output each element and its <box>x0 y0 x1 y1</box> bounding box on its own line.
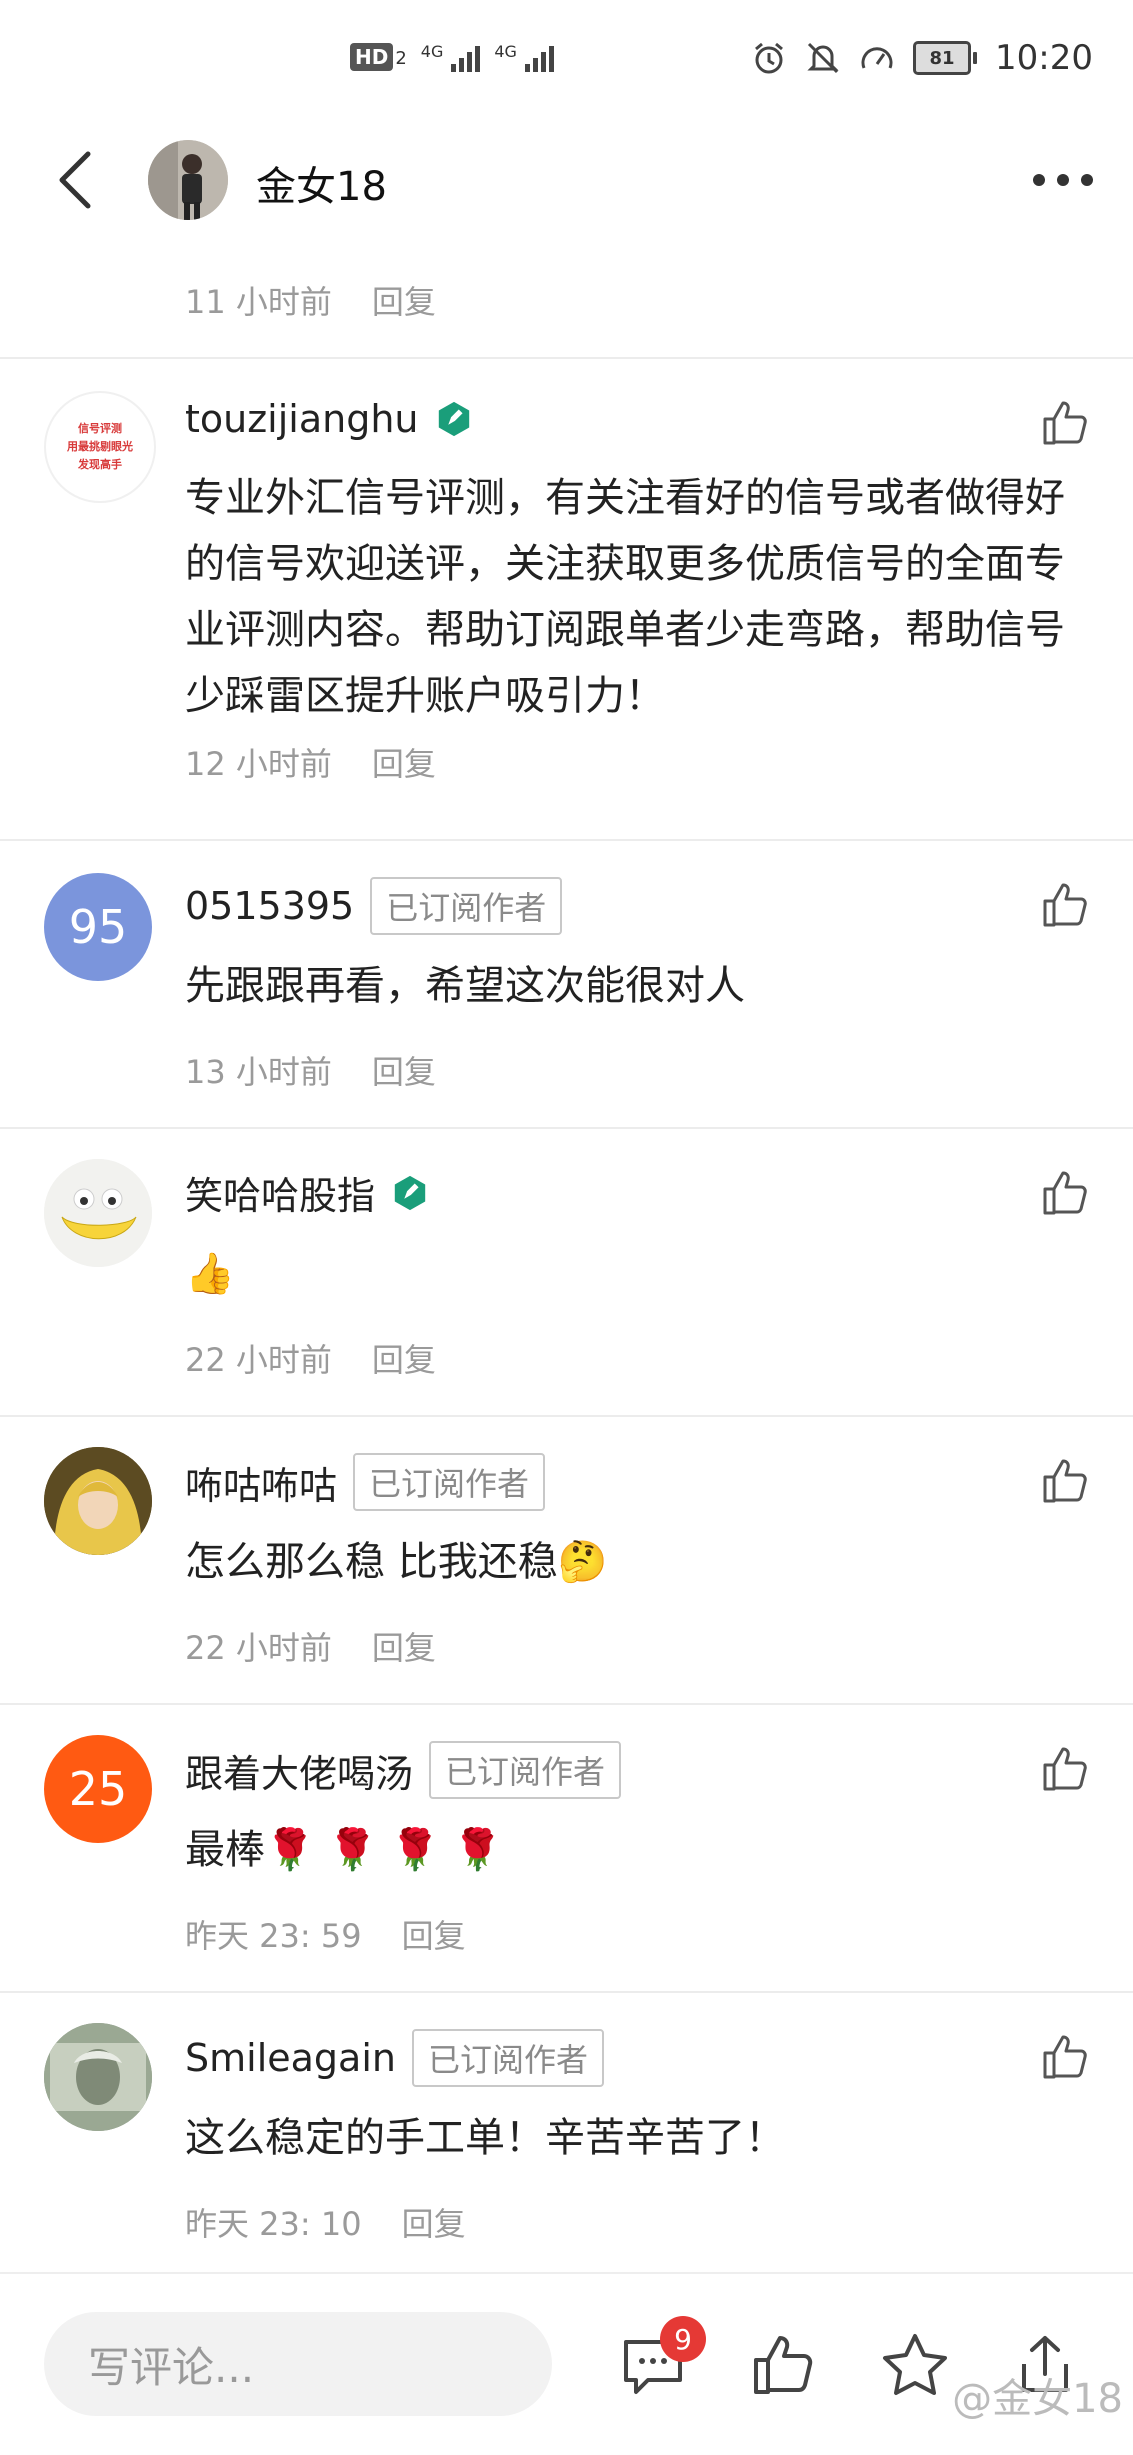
watermark: @金女18 <box>952 2376 1123 2422</box>
comment-meta: 13 小时前 回复 <box>185 1047 436 1093</box>
reply-link[interactable]: 回复 <box>402 1911 466 1957</box>
like-icon[interactable] <box>1039 1741 1093 1795</box>
prev-comment-meta: 11 小时前 回复 <box>185 277 436 323</box>
comment-time: 昨天 23: 10 <box>185 2205 362 2243</box>
comment-time: 22 小时前 <box>185 1629 332 1667</box>
comment-meta: 昨天 23: 10 回复 <box>185 2199 466 2245</box>
like-icon[interactable] <box>1039 877 1093 931</box>
commenter-avatar[interactable] <box>44 1159 152 1267</box>
clock: 10:20 <box>995 38 1093 78</box>
comment-header: 笑哈哈股指 <box>185 1165 429 1220</box>
comment-header: touzijianghu <box>185 397 473 441</box>
comment-text: 专业外汇信号评测，有关注看好的信号或者做得好的信号欢迎送评，关注获取更多优质信号… <box>185 475 1065 719</box>
commenter-name[interactable]: 咘咕咘咕 <box>185 1455 337 1510</box>
commenter-name[interactable]: touzijianghu <box>185 397 419 441</box>
comment-text: 最棒🌹 🌹 🌹 🌹 <box>185 1827 503 1873</box>
write-comment-input[interactable]: 写评论... <box>44 2312 552 2416</box>
commenter-name[interactable]: 笑哈哈股指 <box>185 1165 375 1220</box>
status-bar: HD 2 4G 4G 81 10:20 <box>0 0 1133 120</box>
comment-time: 11 小时前 <box>185 283 332 321</box>
comment-header: 跟着大佬喝汤 已订阅作者 <box>185 1741 622 1799</box>
comment-meta: 22 小时前 回复 <box>185 1623 436 1669</box>
comment-meta: 22 小时前 回复 <box>185 1335 436 1381</box>
comment-meta: 12 小时前 回复 <box>185 739 436 785</box>
mute-icon <box>807 42 839 74</box>
reply-link[interactable]: 回复 <box>402 2199 466 2245</box>
like-icon[interactable] <box>1039 2029 1093 2083</box>
comment-header: Smileagain 已订阅作者 <box>185 2029 604 2087</box>
verified-badge-icon <box>438 401 469 437</box>
commenter-avatar[interactable] <box>44 2023 152 2131</box>
comment-count-badge: 9 <box>660 2316 706 2362</box>
reply-link[interactable]: 回复 <box>372 1623 436 1669</box>
commenter-name[interactable]: Smileagain <box>185 2036 396 2080</box>
commenter-name[interactable]: 0515395 <box>185 884 354 928</box>
bottom-action-bar: 写评论... 9 @金女18 <box>0 2272 1133 2455</box>
subscriber-badge: 已订阅作者 <box>370 877 563 935</box>
comment-text: 先跟跟再看，希望这次能很对人 <box>185 963 745 1009</box>
favorite-star-icon[interactable] <box>880 2330 950 2400</box>
comment-meta: 昨天 23: 59 回复 <box>185 1911 466 1957</box>
comment-item: 25 跟着大佬喝汤 已订阅作者 最棒🌹 🌹 🌹 🌹 昨天 23: 59 回复 <box>0 1705 1133 1991</box>
comment-item: 信号评测 用最挑剔眼光 发现高手 touzijianghu 专业外汇信号评测，有… <box>0 359 1133 839</box>
comment-time: 13 小时前 <box>185 1053 332 1091</box>
back-arrow-icon[interactable] <box>48 148 108 212</box>
network-indicators: HD 2 4G 4G <box>350 42 554 72</box>
comment-text: 这么稳定的手工单！辛苦辛苦了！ <box>185 2115 785 2161</box>
comment-item: 咘咕咘咕 已订阅作者 怎么那么稳 比我还稳🤔 22 小时前 回复 <box>0 1417 1133 1703</box>
comment-time: 昨天 23: 59 <box>185 1917 362 1955</box>
verified-badge-icon <box>394 1175 426 1210</box>
reply-link[interactable]: 回复 <box>372 277 436 323</box>
status-right: 81 10:20 <box>751 38 1093 78</box>
author-avatar[interactable] <box>148 140 228 220</box>
reply-link[interactable]: 回复 <box>372 1047 436 1093</box>
like-icon[interactable] <box>1039 1453 1093 1507</box>
subscriber-badge: 已订阅作者 <box>411 2029 604 2087</box>
subscriber-badge: 已订阅作者 <box>429 1741 622 1799</box>
signal-icon: 4G <box>421 42 481 72</box>
reply-link[interactable]: 回复 <box>372 739 436 785</box>
commenter-avatar[interactable] <box>44 1447 152 1555</box>
like-icon[interactable] <box>748 2330 818 2400</box>
alarm-icon <box>755 42 783 74</box>
comment-header: 0515395 已订阅作者 <box>185 877 563 935</box>
comment-item: Smileagain 已订阅作者 这么稳定的手工单！辛苦辛苦了！ 昨天 23: … <box>0 1993 1133 2272</box>
comment-item: 95 0515395 已订阅作者 先跟跟再看，希望这次能很对人 13 小时前 回… <box>0 841 1133 1127</box>
comment-text: 👍 <box>185 1251 235 1297</box>
page-title: 金女18 <box>256 164 387 210</box>
commenter-avatar[interactable]: 95 <box>44 873 152 981</box>
signal-icon-2: 4G <box>494 42 554 72</box>
like-icon[interactable] <box>1039 395 1093 449</box>
comment-text: 怎么那么稳 比我还稳🤔 <box>185 1539 608 1585</box>
comment-item: 笑哈哈股指 👍 22 小时前 回复 <box>0 1129 1133 1415</box>
top-nav: 金女18 <box>0 120 1133 240</box>
commenter-name[interactable]: 跟着大佬喝汤 <box>185 1743 413 1798</box>
comment-header: 咘咕咘咕 已订阅作者 <box>185 1453 546 1511</box>
comment-time: 22 小时前 <box>185 1341 332 1379</box>
subscriber-badge: 已订阅作者 <box>353 1453 546 1511</box>
like-icon[interactable] <box>1039 1165 1093 1219</box>
commenter-avatar[interactable]: 25 <box>44 1735 152 1843</box>
comment-time: 12 小时前 <box>185 745 332 783</box>
reply-link[interactable]: 回复 <box>372 1335 436 1381</box>
speed-icon <box>861 47 893 69</box>
more-options-icon[interactable] <box>1033 174 1093 186</box>
commenter-avatar[interactable]: 信号评测 用最挑剔眼光 发现高手 <box>44 391 156 503</box>
hd-icon: HD 2 <box>350 42 407 71</box>
battery-icon: 81 <box>913 41 978 75</box>
